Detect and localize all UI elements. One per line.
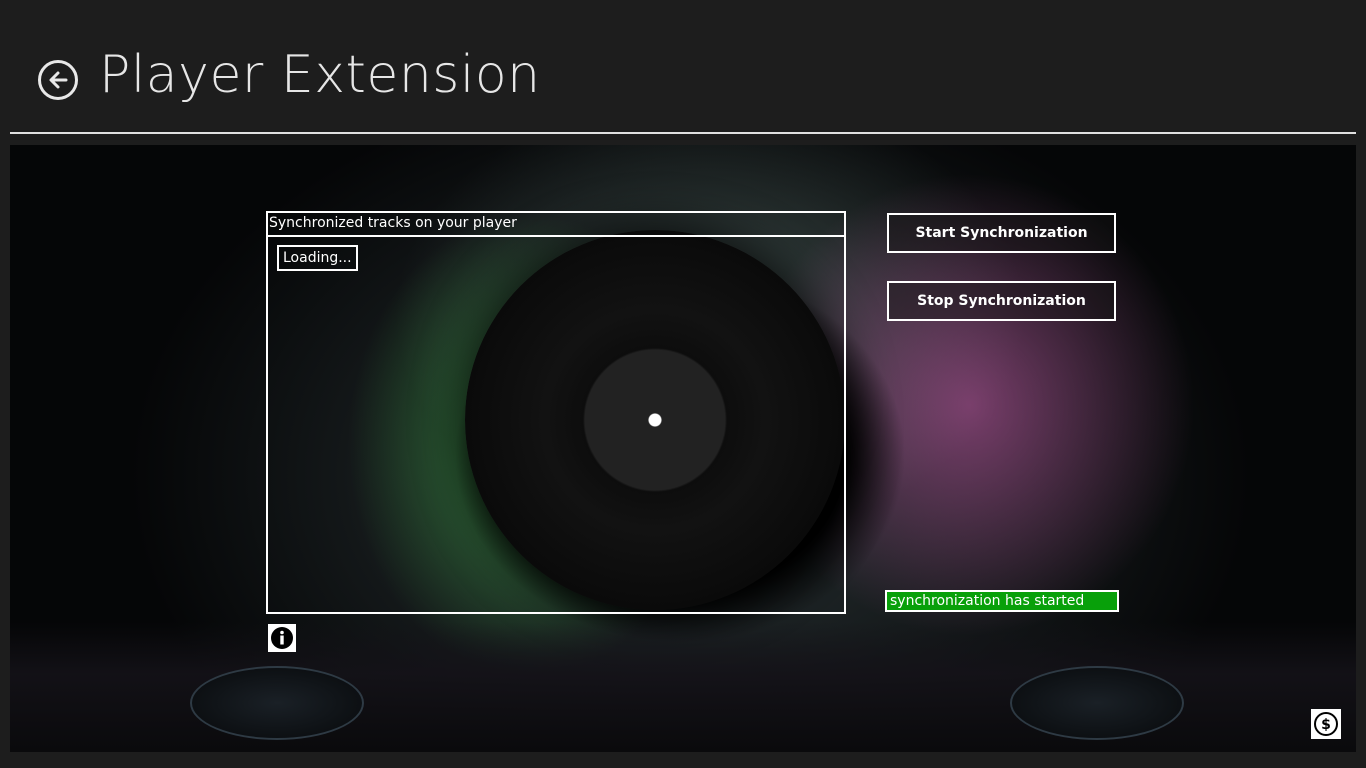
- back-button[interactable]: [38, 60, 78, 100]
- svg-text:$: $: [1321, 717, 1331, 733]
- back-arrow-icon: [49, 71, 68, 89]
- dj-mixer-image: [10, 622, 1356, 752]
- synchronized-tracks-panel: Synchronized tracks on your player Loadi…: [266, 211, 846, 614]
- info-icon: [271, 627, 293, 649]
- right-deck-image: [1010, 666, 1184, 740]
- left-deck-image: [190, 666, 364, 740]
- status-badge: synchronization has started: [885, 590, 1119, 612]
- start-synchronization-button[interactable]: Start Synchronization: [887, 213, 1116, 253]
- app-header: Player Extension: [0, 0, 1366, 132]
- purchase-button[interactable]: $: [1311, 709, 1341, 739]
- tracks-panel-title: Synchronized tracks on your player: [268, 213, 844, 237]
- dollar-coin-icon: $: [1314, 712, 1338, 736]
- page-title: Player Extension: [99, 45, 541, 105]
- loading-indicator: Loading...: [277, 245, 358, 271]
- stop-synchronization-button[interactable]: Stop Synchronization: [887, 281, 1116, 321]
- header-divider: [10, 132, 1356, 134]
- info-button[interactable]: [268, 624, 296, 652]
